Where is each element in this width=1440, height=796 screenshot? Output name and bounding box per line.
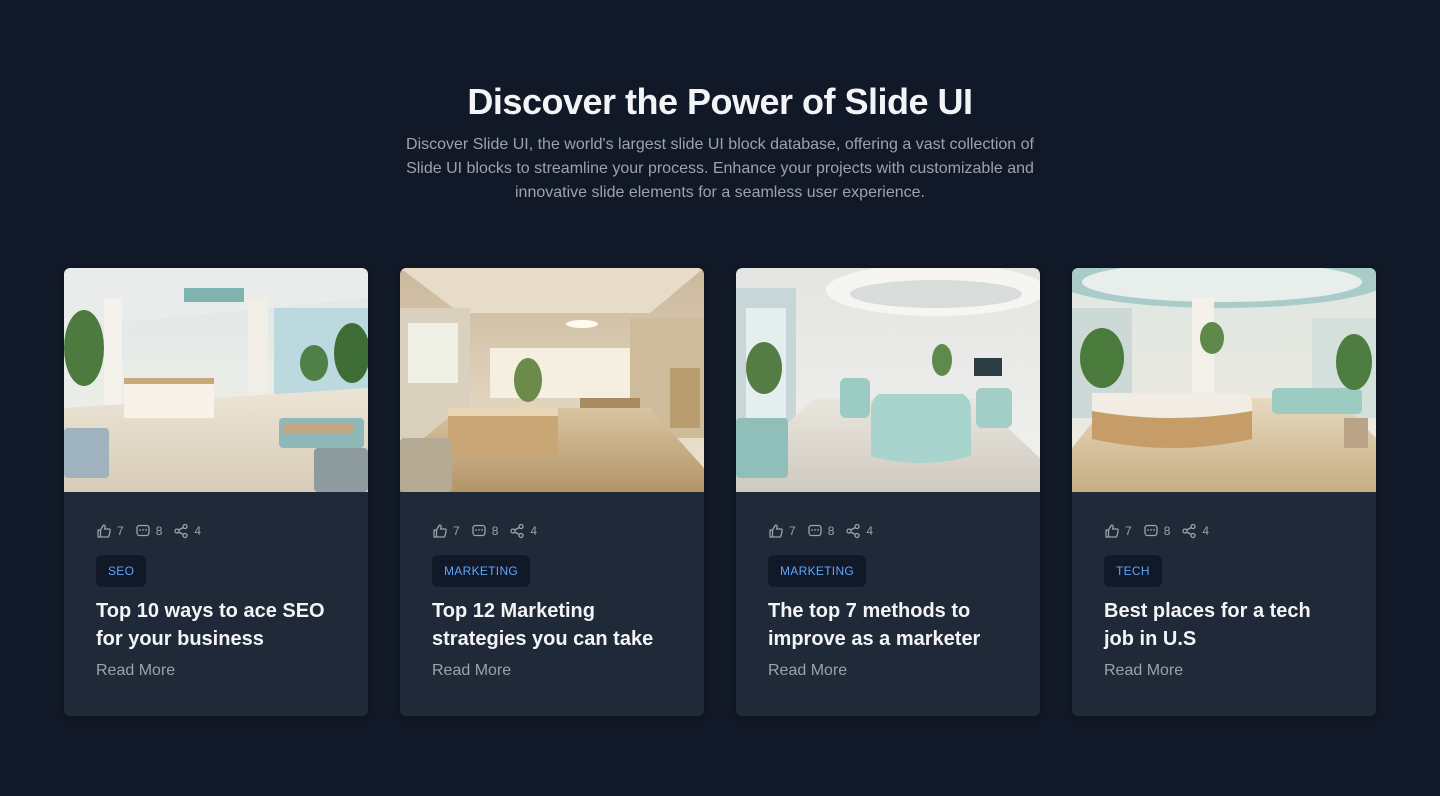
shares-count: 4 [194,524,202,538]
share-icon [174,523,189,539]
comments-stat[interactable]: 8 [807,523,835,539]
blog-card[interactable]: 7 8 4 MARKETING The top 7 methods to imp… [736,268,1040,716]
comment-icon [472,524,486,537]
thumbs-up-icon [433,524,447,538]
comments-count: 8 [155,524,163,538]
page-title: Discover the Power of Slide UI [467,81,973,122]
share-icon [846,523,861,539]
shares-stat[interactable]: 4 [845,523,873,539]
share-icon [1182,523,1197,539]
card-image [736,268,1040,492]
thumbs-up-icon [97,524,111,538]
likes-stat[interactable]: 7 [1104,523,1132,539]
comment-icon [136,524,150,537]
comments-count: 8 [491,524,499,538]
comment-icon [1144,524,1158,537]
category-tag[interactable]: TECH [1104,555,1162,587]
thumbs-up-icon [1105,524,1119,538]
shares-stat[interactable]: 4 [509,523,537,539]
read-more-link[interactable]: Read More [96,659,175,683]
likes-count: 7 [1125,524,1132,538]
likes-stat[interactable]: 7 [432,523,460,539]
likes-count: 7 [453,524,460,538]
share-icon [510,523,525,539]
card-image [400,268,704,492]
likes-stat[interactable]: 7 [768,523,796,539]
card-title[interactable]: Top 10 ways to ace SEO for your business [96,597,336,653]
shares-count: 4 [530,524,538,538]
card-title[interactable]: Best places for a tech job in U.S [1104,597,1344,653]
shares-stat[interactable]: 4 [1181,523,1209,539]
read-more-link[interactable]: Read More [768,659,847,683]
likes-stat[interactable]: 7 [96,523,124,539]
blog-card[interactable]: 7 8 4 SEO Top 10 ways to ace SEO for you… [64,268,368,716]
likes-count: 7 [117,524,124,538]
category-tag[interactable]: MARKETING [432,555,531,587]
comments-stat[interactable]: 8 [135,523,163,539]
page-description: Discover Slide UI, the world's largest s… [406,136,1034,201]
shares-count: 4 [866,524,874,538]
likes-count: 7 [789,524,796,538]
card-image [1072,268,1376,492]
card-title[interactable]: Top 12 Marketing strategies you can take [432,597,672,653]
hero-section: Discover the Power of Slide UI Discover … [0,80,1440,205]
comments-stat[interactable]: 8 [471,523,499,539]
category-tag[interactable]: MARKETING [768,555,867,587]
comment-icon [808,524,822,537]
card-grid: 7 8 4 SEO Top 10 ways to ace SEO for you… [64,268,1376,716]
card-image [64,268,368,492]
category-tag[interactable]: SEO [96,555,147,587]
blog-card[interactable]: 7 8 4 MARKETING Top 12 Marketing strateg… [400,268,704,716]
read-more-link[interactable]: Read More [432,659,511,683]
read-more-link[interactable]: Read More [1104,659,1183,683]
blog-card[interactable]: 7 8 4 TECH Best places for a tech job in… [1072,268,1376,716]
comments-count: 8 [1163,524,1171,538]
thumbs-up-icon [769,524,783,538]
comments-count: 8 [827,524,835,538]
shares-stat[interactable]: 4 [173,523,201,539]
shares-count: 4 [1202,524,1210,538]
card-stats: 7 8 4 [768,523,1008,539]
card-stats: 7 8 4 [1104,523,1344,539]
card-title[interactable]: The top 7 methods to improve as a market… [768,597,1008,653]
card-stats: 7 8 4 [96,523,336,539]
comments-stat[interactable]: 8 [1143,523,1171,539]
card-stats: 7 8 4 [432,523,672,539]
